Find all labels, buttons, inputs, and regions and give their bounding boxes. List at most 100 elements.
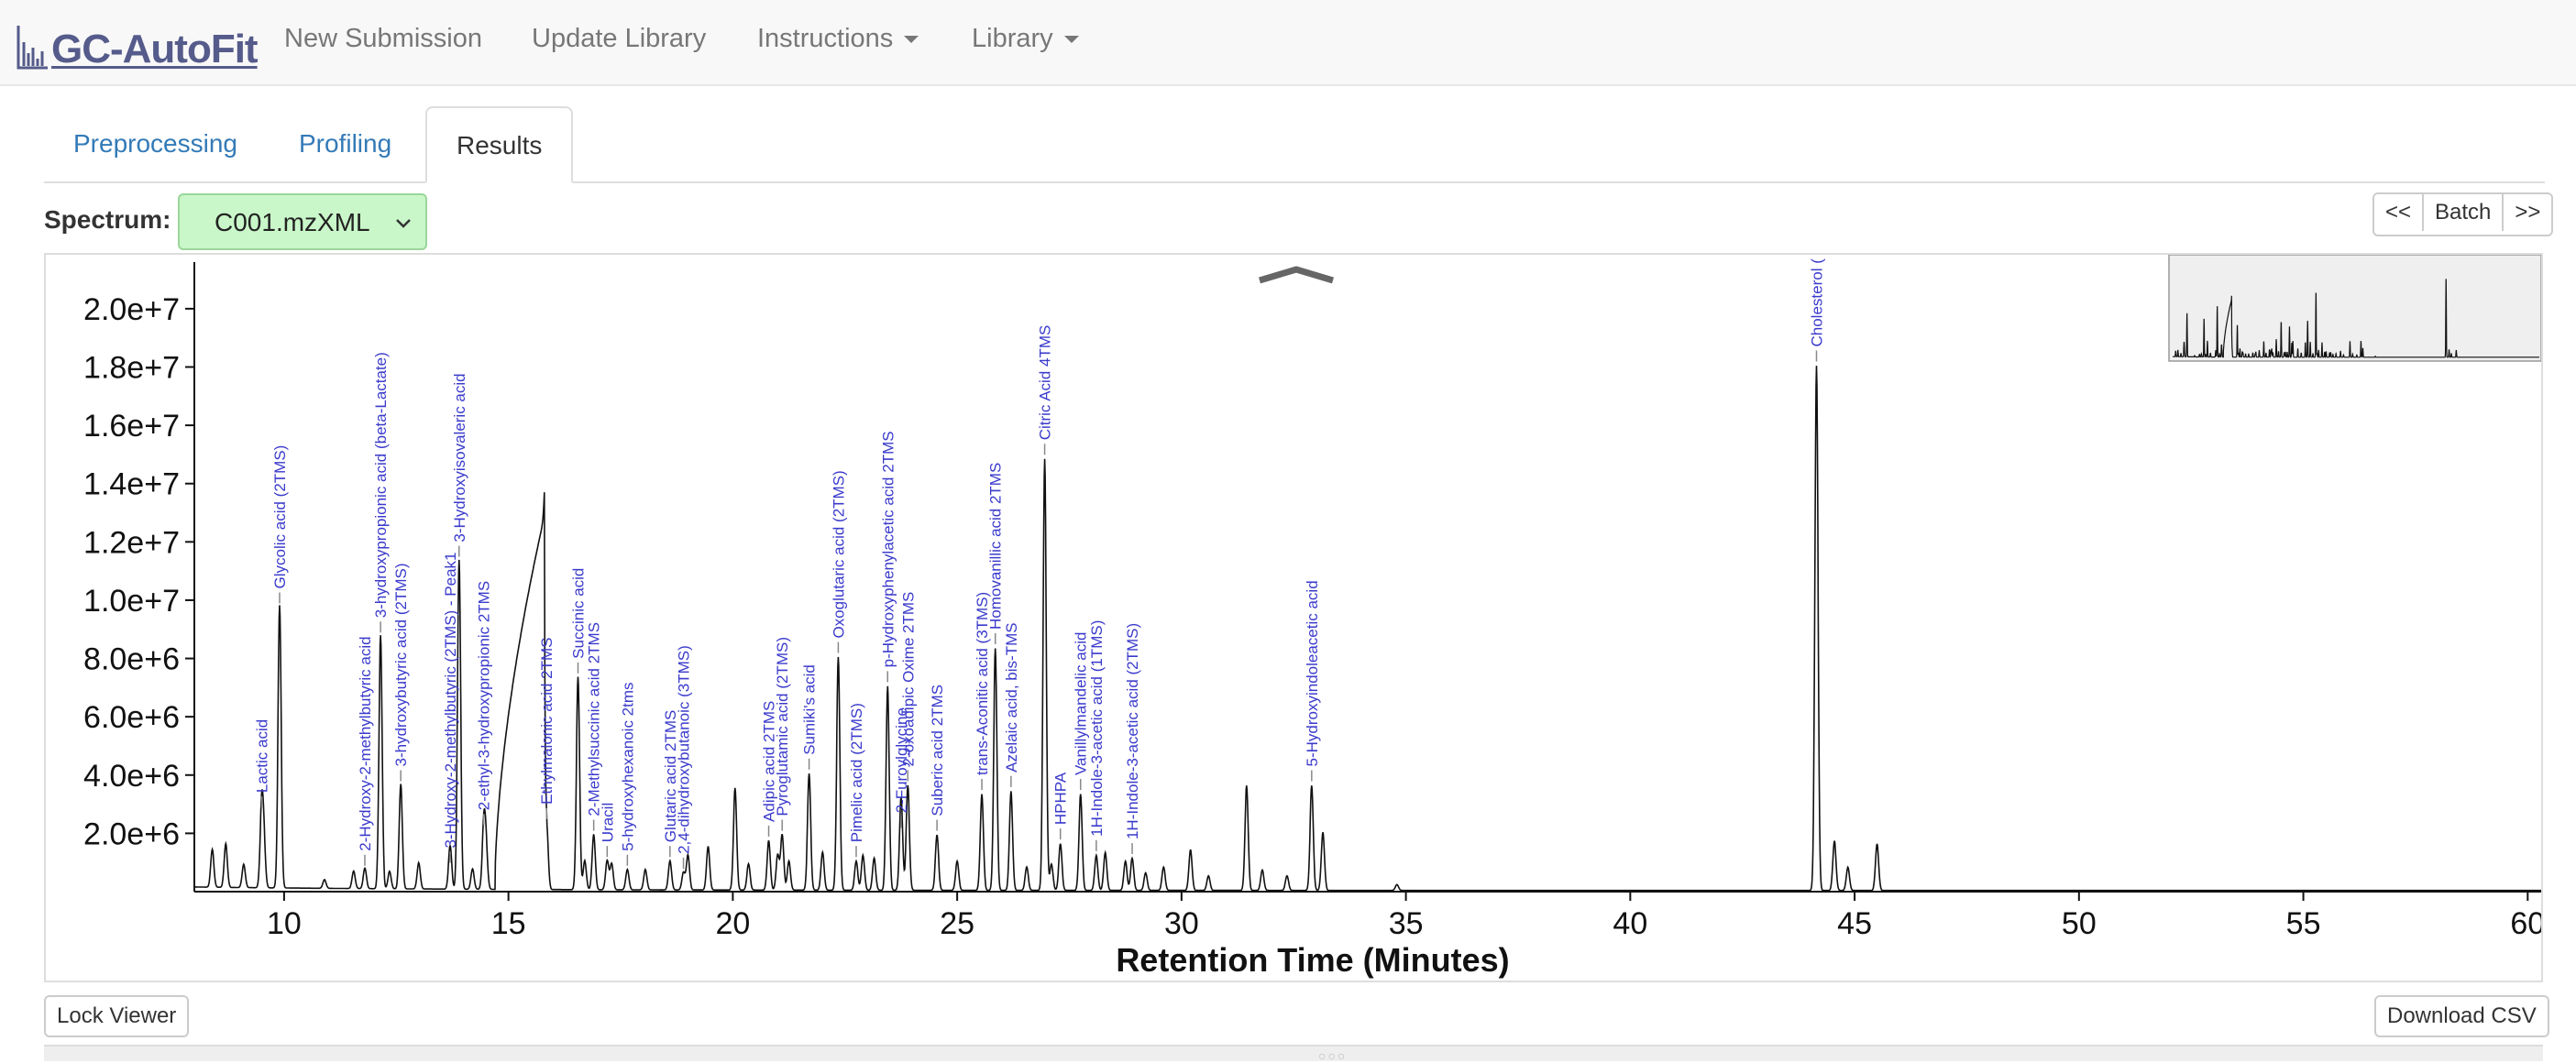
batch-prev-button[interactable]: << (2374, 194, 2423, 231)
chromatogram-logo-icon (17, 26, 48, 70)
nav-update-library[interactable]: Update Library (532, 24, 706, 54)
peak-label: Cholesterol ( (1808, 258, 1825, 362)
peak-label: Sumiki's acid (801, 664, 819, 770)
peak-label-text[interactable]: 3-Hydroxyisovaleric acid (451, 373, 468, 542)
nav-new-submission[interactable]: New Submission (284, 24, 482, 54)
peak-label-text[interactable]: Lactic acid (253, 719, 270, 793)
peak-label: HPHPA (1052, 772, 1070, 840)
chromatogram-chart[interactable]: 2.0e+6 4.0e+6 6.0e+6 8.0e+6 1.0e+7 1.2e+7 1.4e… (46, 255, 2541, 981)
y-tick-label: 2.0e+6 (83, 816, 180, 851)
peak-label: Ethylmalonic acid 2TMS (538, 638, 556, 819)
x-tick-label: 25 (940, 906, 974, 941)
brand-name: GC-AutoFit (51, 27, 259, 71)
peak-label-text[interactable]: Oxoglutaric acid (2TMS) (830, 470, 847, 638)
x-tick-label: 55 (2286, 906, 2321, 941)
peak-label: 1H-Indole-3-acetic acid (2TMS) (1124, 623, 1141, 855)
spectrum-selected-value: C001.mzXML (215, 208, 370, 236)
spectrum-select[interactable]: C001.mzXML (178, 193, 427, 250)
peak-label: 2-Methylsuccinic acid 2TMS (586, 622, 603, 831)
batch-navigation: << Batch >> (2372, 192, 2554, 236)
peak-label-text[interactable]: Citric Acid 4TMS (1037, 325, 1054, 441)
peak-label-text[interactable]: 2,4-dihydroxybutanoic (3TMS) (676, 645, 693, 854)
grip-icon: ○○○ (1318, 1048, 1348, 1063)
tab-results-label: Results (457, 131, 543, 159)
peak-label-text[interactable]: Pyroglutamic acid (2TMS) (774, 637, 791, 816)
y-tick-label: 1.4e+7 (83, 467, 180, 502)
y-tick-label: 1.2e+7 (83, 525, 180, 560)
peak-label: Suberic acid 2TMS (929, 685, 946, 831)
nav-library-label: Library (972, 24, 1053, 53)
peak-label-text[interactable]: Ethylmalonic acid 2TMS (538, 638, 556, 805)
peak-label: Glycolic acid (2TMS) (271, 445, 289, 604)
peak-label-text[interactable]: 5-Hydroxyindoleacetic acid (1304, 580, 1321, 766)
tab-profiling[interactable]: Profiling (270, 106, 421, 181)
peak-label-text[interactable]: Homovanillic acid 2TMS (987, 463, 1005, 630)
peak-label: p-Hydroxyphenylacetic acid 2TMS (879, 431, 897, 683)
peak-label: 2,4-dihydroxybutanoic (3TMS) (676, 645, 693, 869)
peak-label: 3-hydroxypropionic acid (beta-Lactate) (372, 352, 390, 633)
peak-label: Pimelic acid (2TMS) (848, 703, 865, 858)
brand-logo[interactable]: GC-AutoFit (17, 13, 259, 71)
nav-library-dropdown[interactable]: Library (972, 24, 1079, 54)
batch-button[interactable]: Batch (2422, 194, 2503, 231)
tab-profiling-label: Profiling (299, 129, 392, 158)
peak-label: 5-hydroxyhexanoic 2tms (619, 682, 636, 866)
batch-next-button[interactable]: >> (2502, 194, 2552, 231)
peak-label: Uracil (599, 803, 616, 858)
x-tick-label: 40 (1613, 906, 1647, 941)
results-tabs: Preprocessing Profiling Results (44, 106, 2545, 183)
peak-label: 5-Hydroxyindoleacetic acid (1304, 580, 1321, 782)
peak-label-text[interactable]: 5-hydroxyhexanoic 2tms (619, 682, 636, 850)
resize-handle[interactable]: ○○○ (44, 1045, 2543, 1063)
overview-minimap[interactable] (2168, 255, 2541, 362)
peak-label-text[interactable]: HPHPA (1052, 772, 1070, 825)
peak-label-text[interactable]: 3-Hydroxy-2-methylbutyric (2TMS) - Peak1 (442, 552, 459, 848)
x-tick-label: 15 (491, 906, 526, 941)
peak-label-text[interactable]: Uracil (599, 803, 616, 842)
y-tick-label: 8.0e+6 (83, 642, 180, 677)
nav-instructions-dropdown[interactable]: Instructions (757, 24, 919, 54)
peak-label-text[interactable]: 2-Methylsuccinic acid 2TMS (586, 622, 603, 816)
spectrum-viewer[interactable]: 2.0e+6 4.0e+6 6.0e+6 8.0e+6 1.0e+7 1.2e+7 1.4e… (44, 253, 2543, 982)
peak-label: Citric Acid 4TMS (1037, 325, 1054, 455)
x-tick-label: 50 (2062, 906, 2097, 941)
peak-label-text[interactable]: 3-hydroxybutyric acid (2TMS) (392, 563, 410, 766)
peak-label: 3-hydroxybutyric acid (2TMS) (392, 563, 410, 782)
peak-label-text[interactable]: Sumiki's acid (801, 664, 819, 755)
chevron-down-icon (396, 219, 411, 228)
nav-instructions-label: Instructions (757, 24, 894, 53)
x-tick-label: 35 (1389, 906, 1424, 941)
peak-label: Azelaic acid, bis-TMS (1003, 622, 1020, 787)
peak-label-text[interactable]: 2-Hydroxy-2-methylbutyric acid (357, 636, 374, 850)
x-tick-label: 45 (1837, 906, 1872, 941)
peak-label: 2-ethyl-3-hydroxypropionic 2TMS (476, 581, 493, 826)
x-tick-label: 20 (715, 906, 750, 941)
lock-viewer-button[interactable]: Lock Viewer (44, 995, 190, 1037)
peak-label: 2-oxoadipic Oxime 2TMS (899, 592, 917, 782)
peak-label-text[interactable]: Azelaic acid, bis-TMS (1003, 622, 1020, 772)
peak-label: Oxoglutaric acid (2TMS) (830, 470, 847, 653)
peak-label-text[interactable]: 2-oxoadipic Oxime 2TMS (899, 592, 917, 767)
y-tick-label: 1.0e+7 (83, 584, 180, 619)
y-tick-label: 6.0e+6 (83, 700, 180, 735)
y-tick-label: 1.8e+7 (83, 351, 180, 386)
peak-label-text[interactable]: p-Hydroxyphenylacetic acid 2TMS (879, 431, 897, 667)
peak-label: Homovanillic acid 2TMS (987, 463, 1005, 645)
peak-label: 3-Hydroxyisovaleric acid (451, 373, 468, 557)
x-tick-label: 60 (2510, 906, 2541, 941)
peak-label-text[interactable]: Glycolic acid (2TMS) (271, 445, 289, 589)
peak-label-text[interactable]: 1H-Indole-3-acetic acid (1TMS) (1088, 620, 1106, 837)
download-csv-button[interactable]: Download CSV (2374, 995, 2549, 1037)
peak-label: Pyroglutamic acid (2TMS) (774, 637, 791, 831)
peak-label-text[interactable]: Suberic acid 2TMS (929, 685, 946, 816)
peak-label: 2-Hydroxy-2-methylbutyric acid (357, 636, 374, 866)
peak-label-text[interactable]: 1H-Indole-3-acetic acid (2TMS) (1124, 623, 1141, 839)
tab-preprocessing[interactable]: Preprocessing (44, 106, 267, 181)
collapse-chevron-icon[interactable] (1258, 266, 1335, 284)
tab-results[interactable]: Results (425, 106, 574, 183)
peak-label-text[interactable]: Pimelic acid (2TMS) (848, 703, 865, 842)
x-tick-label: 10 (267, 906, 302, 941)
peak-label-text[interactable]: 3-hydroxypropionic acid (beta-Lactate) (372, 352, 390, 618)
peak-label-text[interactable]: 2-ethyl-3-hydroxypropionic 2TMS (476, 581, 493, 810)
peak-label-text[interactable]: Cholesterol ( (1808, 258, 1825, 347)
